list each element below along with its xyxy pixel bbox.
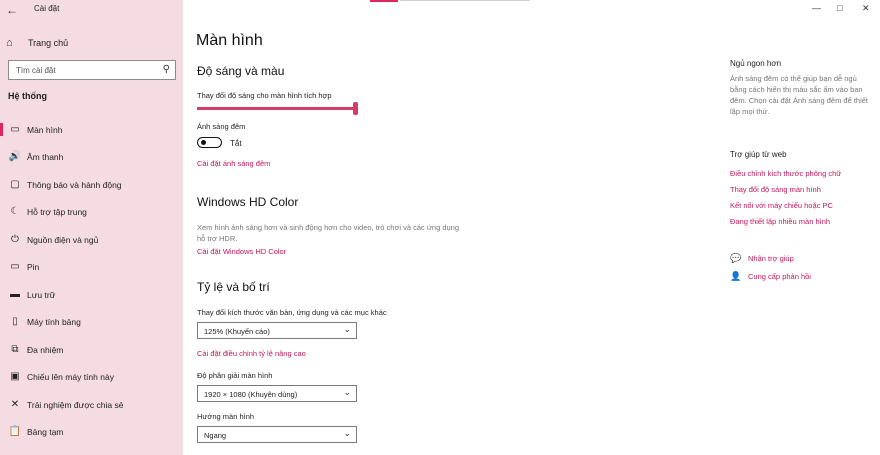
- back-arrow-icon[interactable]: ←: [6, 3, 20, 17]
- help-link-projector[interactable]: Kết nối với máy chiếu hoặc PC: [730, 201, 833, 210]
- sidebar-item-label: Hỗ trợ tập trung: [27, 206, 87, 217]
- hd-color-description: Xem hình ảnh sáng hơn và sinh động hơn c…: [197, 223, 460, 243]
- sidebar-item-label: Màn hình: [27, 124, 63, 135]
- brightness-heading: Độ sáng và màu: [197, 64, 285, 78]
- resolution-value: 1920 × 1080 (Khuyên dùng): [204, 390, 298, 399]
- speaker-icon: 🔊: [8, 151, 22, 162]
- projecting-icon: ▣: [10, 371, 20, 382]
- get-help-label: Nhận trợ giúp: [748, 254, 794, 263]
- sidebar-item-tablet[interactable]: ▯ Máy tính bảng: [0, 308, 183, 335]
- home-icon: ⌂: [6, 37, 13, 49]
- scale-value: 125% (Khuyến cáo): [204, 327, 270, 336]
- close-icon[interactable]: ✕: [862, 3, 870, 14]
- sidebar-item-label: Âm thanh: [27, 151, 64, 162]
- sidebar-item-display[interactable]: ▭ Màn hình: [0, 116, 183, 143]
- home-link[interactable]: ⌂ Trang chủ: [6, 35, 68, 51]
- orientation-value: Ngang: [204, 431, 227, 440]
- monitor-icon: ▭: [10, 124, 20, 135]
- clipboard-icon: 📋: [8, 426, 22, 437]
- sidebar-item-label: Trải nghiệm được chia sẻ: [27, 399, 124, 410]
- brightness-slider[interactable]: [197, 107, 355, 110]
- moon-icon: ☾: [10, 206, 20, 217]
- maximize-icon[interactable]: □: [837, 3, 842, 13]
- resolution-dropdown[interactable]: 1920 × 1080 (Khuyên dùng) ⌄: [197, 385, 357, 402]
- scale-label: Thay đổi kích thước văn bản, ứng dụng và…: [197, 308, 387, 317]
- app-title: Cài đặt: [34, 4, 60, 13]
- hd-color-heading: Windows HD Color: [197, 195, 299, 209]
- sidebar-item-label: Bảng tạm: [27, 426, 64, 437]
- night-light-toggle[interactable]: [197, 137, 222, 148]
- sidebar-item-label: Thông báo và hành động: [27, 179, 122, 190]
- settings-window: ← Cài đặt ⌂ Trang chủ Tìm cài đặt ⚲ Hệ t…: [0, 0, 880, 455]
- brightness-slider-label: Thay đổi độ sáng cho màn hình tích hợp: [197, 91, 332, 100]
- multitasking-icon: ⧉: [11, 344, 19, 355]
- scroll-accent: [370, 0, 398, 2]
- minimize-icon[interactable]: —: [812, 3, 821, 13]
- sidebar-item-label: Nguồn điện và ngủ: [27, 234, 99, 245]
- sidebar-item-shared-experiences[interactable]: ✕ Trải nghiệm được chia sẻ: [0, 391, 183, 418]
- feedback-label: Cung cấp phản hồi: [748, 272, 811, 281]
- sidebar-item-power-sleep[interactable]: ⏻ Nguồn điện và ngủ: [0, 226, 183, 253]
- sidebar-item-focus-assist[interactable]: ☾ Hỗ trợ tập trung: [0, 198, 183, 225]
- sidebar-item-label: Lưu trữ: [27, 289, 56, 300]
- help-heading: Trợ giúp từ web: [730, 150, 787, 159]
- brightness-slider-thumb[interactable]: [353, 102, 358, 115]
- sidebar-item-label: Chiếu lên máy tính này: [27, 371, 114, 382]
- sidebar-item-battery[interactable]: ▭ Pin: [0, 253, 183, 280]
- advanced-scaling-link[interactable]: Cài đặt điều chỉnh tỷ lệ nâng cao: [197, 349, 306, 358]
- night-light-settings-link[interactable]: Cài đặt ánh sáng đêm: [197, 159, 270, 168]
- orientation-label: Hướng màn hình: [197, 412, 255, 421]
- sidebar-item-multitasking[interactable]: ⧉ Đa nhiệm: [0, 336, 183, 363]
- sidebar-item-label: Đa nhiệm: [27, 344, 64, 355]
- page-title: Màn hình: [196, 32, 263, 49]
- get-help-link[interactable]: 💬 Nhận trợ giúp: [730, 253, 794, 264]
- sidebar-item-projecting[interactable]: ▣ Chiếu lên máy tính này: [0, 363, 183, 390]
- notification-icon: ▢: [10, 179, 20, 190]
- shared-experiences-icon: ✕: [10, 399, 20, 410]
- home-label: Trang chủ: [28, 38, 69, 48]
- night-light-label: Ánh sáng đêm: [197, 122, 246, 131]
- scale-dropdown[interactable]: 125% (Khuyến cáo) ⌄: [197, 322, 357, 339]
- toggle-knob: [201, 140, 206, 145]
- sidebar-item-label: Máy tính bảng: [27, 316, 81, 327]
- sleep-text: Ánh sáng đêm có thể giúp bạn dễ ngủ bằng…: [730, 74, 869, 116]
- scale-layout-heading: Tỷ lệ và bố trí: [197, 280, 270, 294]
- sidebar-item-clipboard[interactable]: 📋 Bảng tạm: [0, 418, 183, 445]
- sidebar-item-label: Pin: [27, 261, 40, 272]
- search-placeholder: Tìm cài đặt: [16, 66, 56, 75]
- resolution-label: Độ phân giải màn hình: [197, 371, 273, 380]
- hd-color-settings-link[interactable]: Cài đặt Windows HD Color: [197, 247, 286, 256]
- orientation-dropdown[interactable]: Ngang ⌄: [197, 426, 357, 443]
- battery-icon: ▭: [10, 261, 20, 272]
- chevron-down-icon: ⌄: [343, 428, 351, 438]
- search-icon[interactable]: ⚲: [163, 64, 170, 75]
- tablet-icon: ▯: [12, 316, 18, 327]
- night-light-state: Tắt: [230, 139, 242, 148]
- power-icon: ⏻: [11, 234, 19, 245]
- divider: [400, 0, 530, 1]
- search-input[interactable]: Tìm cài đặt ⚲: [8, 60, 176, 80]
- sidebar-section-title: Hệ thống: [8, 91, 47, 101]
- sidebar-item-storage[interactable]: ▬ Lưu trữ: [0, 281, 183, 308]
- chevron-down-icon: ⌄: [343, 387, 351, 397]
- chevron-down-icon: ⌄: [343, 324, 351, 334]
- sleep-heading: Ngủ ngon hơn: [730, 59, 782, 68]
- help-link-brightness[interactable]: Thay đổi độ sáng màn hình: [730, 185, 821, 194]
- storage-icon: ▬: [10, 289, 20, 300]
- sidebar-item-sound[interactable]: 🔊 Âm thanh: [0, 143, 183, 170]
- sidebar-item-notifications[interactable]: ▢ Thông báo và hành động: [0, 171, 183, 198]
- help-link-multiple-displays[interactable]: Đang thiết lập nhiều màn hình: [730, 217, 830, 226]
- sidebar: ← Cài đặt ⌂ Trang chủ Tìm cài đặt ⚲ Hệ t…: [0, 0, 183, 455]
- feedback-link[interactable]: 👤 Cung cấp phản hồi: [730, 271, 811, 282]
- chat-bubble-icon: 💬: [730, 253, 742, 263]
- help-link-font-size[interactable]: Điều chỉnh kích thước phông chữ: [730, 169, 841, 178]
- person-icon: 👤: [730, 271, 742, 281]
